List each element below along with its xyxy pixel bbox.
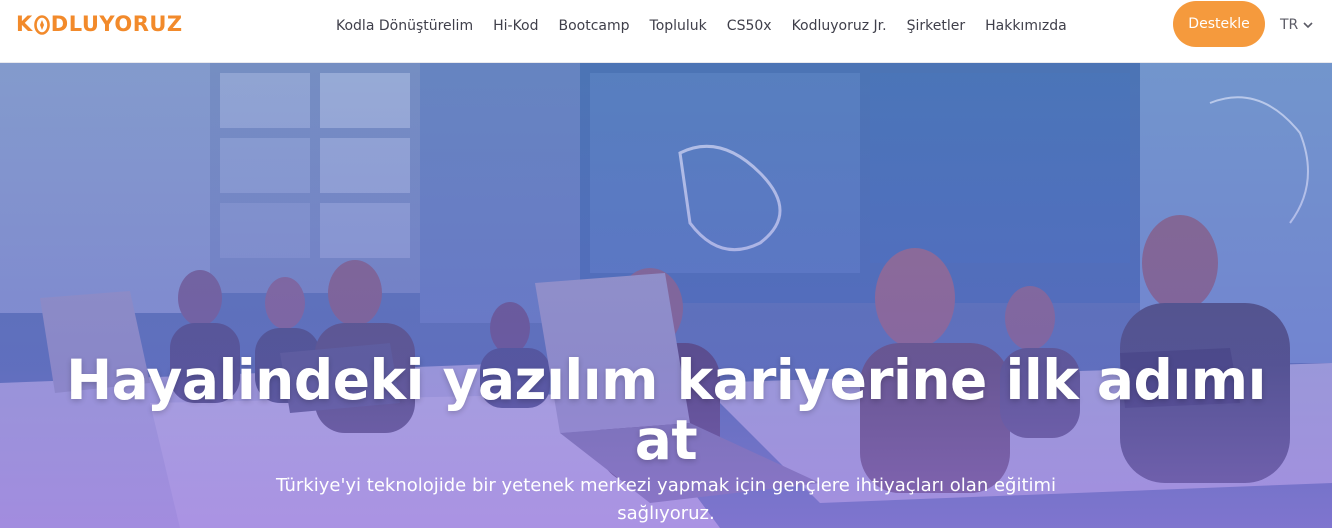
nav-item-sirketler[interactable]: Şirketler — [907, 16, 966, 36]
nav-item-kodluyoruz-jr[interactable]: Kodluyoruz Jr. — [792, 16, 887, 36]
logo-letter-k: K — [16, 12, 33, 36]
main-nav: Kodla Dönüştürelim Hi-Kod Bootcamp Toplu… — [336, 16, 1067, 36]
logo-rocket-icon — [33, 15, 50, 35]
support-button[interactable]: Destekle — [1173, 1, 1265, 47]
logo-wordmark: DLUYORUZ — [50, 12, 183, 36]
kodluyoruz-logo[interactable]: K DLUYORUZ — [16, 10, 183, 38]
language-label: TR — [1280, 17, 1299, 33]
hero-section: Hayalindeki yazılım kariyerine ilk adımı… — [0, 63, 1332, 528]
nav-item-bootcamp[interactable]: Bootcamp — [559, 16, 630, 36]
top-navbar: K DLUYORUZ Kodla Dönüştürelim Hi-Kod Boo… — [0, 0, 1332, 63]
nav-item-hakkimizda[interactable]: Hakkımızda — [985, 16, 1067, 36]
nav-item-cs50x[interactable]: CS50x — [727, 16, 772, 36]
nav-item-hi-kod[interactable]: Hi-Kod — [493, 16, 538, 36]
language-selector[interactable]: TR — [1280, 15, 1313, 35]
hero-title: Hayalindeki yazılım kariyerine ilk adımı… — [66, 347, 1266, 472]
hero-subtitle: Türkiye'yi teknolojide bir yetenek merke… — [275, 475, 1057, 524]
nav-item-kodla-donusturelim[interactable]: Kodla Dönüştürelim — [336, 16, 473, 36]
nav-item-topluluk[interactable]: Topluluk — [650, 16, 707, 36]
chevron-down-icon — [1303, 17, 1313, 33]
